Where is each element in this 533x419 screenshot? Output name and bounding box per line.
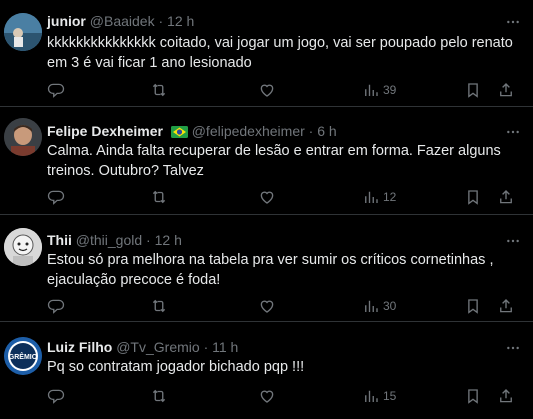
separator-dot: ·	[203, 339, 209, 355]
display-name[interactable]: junior	[47, 13, 86, 29]
bookmark-button[interactable]	[464, 80, 482, 100]
share-icon	[497, 81, 515, 99]
avatar[interactable]	[4, 118, 42, 156]
tweet-header: junior @Baaidek · 12 h	[47, 12, 493, 30]
views-count: 39	[383, 83, 397, 97]
tweet[interactable]: Felipe Dexheimer @felipedexheimer · 6 h …	[0, 107, 533, 215]
like-button[interactable]	[258, 386, 276, 406]
tweet[interactable]: GRÊMIO Luiz Filho @Tv_Gremio · 11 h Pq s…	[0, 322, 533, 419]
views-count: 15	[383, 389, 397, 403]
avatar-image	[4, 118, 42, 156]
avatar[interactable]	[4, 228, 42, 266]
retweet-button[interactable]	[150, 187, 168, 207]
bookmark-button[interactable]	[464, 296, 482, 316]
bookmark-button[interactable]	[464, 187, 482, 207]
tweet-text: Estou só pra melhora na tabela pra ver s…	[47, 252, 494, 288]
share-button[interactable]	[497, 296, 515, 316]
retweet-icon	[150, 297, 168, 315]
bookmark-icon	[464, 188, 482, 206]
share-icon	[497, 387, 515, 405]
tweet-header: Thii @thii_gold · 12 h	[47, 231, 493, 249]
avatar-logo-text: GRÊMIO	[9, 352, 38, 361]
reply-icon	[47, 81, 65, 99]
avatar-image	[4, 13, 42, 51]
retweet-button[interactable]	[150, 386, 168, 406]
views-count: 30	[383, 299, 397, 313]
bookmark-icon	[464, 297, 482, 315]
views-icon	[362, 188, 380, 206]
like-button[interactable]	[258, 296, 276, 316]
reply-button[interactable]	[47, 80, 65, 100]
reply-icon	[47, 188, 65, 206]
avatar[interactable]	[4, 13, 42, 51]
bookmark-icon	[464, 387, 482, 405]
tweet-text: Calma. Ainda falta recuperar de lesão e …	[47, 143, 501, 179]
reply-button[interactable]	[47, 187, 65, 207]
display-name[interactable]: Felipe Dexheimer	[47, 123, 163, 139]
like-icon	[258, 81, 276, 99]
reply-button[interactable]	[47, 296, 65, 316]
bookmark-button[interactable]	[464, 386, 482, 406]
more-icon[interactable]	[505, 233, 521, 249]
retweet-icon	[150, 81, 168, 99]
tweet[interactable]: Thii @thii_gold · 12 h Estou só pra melh…	[0, 215, 533, 322]
display-name[interactable]: Luiz Filho	[47, 339, 112, 355]
share-icon	[497, 297, 515, 315]
views-button[interactable]: 30	[362, 296, 396, 316]
separator-dot: ·	[308, 123, 314, 139]
brazil-flag-icon	[170, 124, 188, 142]
views-button[interactable]: 15	[362, 386, 396, 406]
action-bar: 12	[47, 187, 521, 207]
tweet[interactable]: junior @Baaidek · 12 h kkkkkkkkkkkkkkk c…	[0, 0, 533, 107]
reply-icon	[47, 297, 65, 315]
bookmark-icon	[464, 81, 482, 99]
share-button[interactable]	[497, 386, 515, 406]
tweet-header: Luiz Filho @Tv_Gremio · 11 h	[47, 338, 493, 356]
user-handle[interactable]: @thii_gold	[76, 232, 142, 248]
user-handle[interactable]: @felipedexheimer	[192, 123, 305, 139]
retweet-icon	[150, 387, 168, 405]
timestamp[interactable]: 12 h	[155, 232, 182, 248]
views-icon	[362, 297, 380, 315]
like-icon	[258, 297, 276, 315]
separator-dot: ·	[146, 232, 151, 248]
like-button[interactable]	[258, 80, 276, 100]
reply-feed: junior @Baaidek · 12 h kkkkkkkkkkkkkkk c…	[0, 0, 533, 419]
action-bar: 39	[47, 80, 521, 100]
more-icon[interactable]	[505, 14, 521, 30]
avatar[interactable]: GRÊMIO	[4, 337, 42, 375]
avatar-image: GRÊMIO	[4, 337, 42, 375]
share-button[interactable]	[497, 80, 515, 100]
display-name[interactable]: Thii	[47, 232, 72, 248]
more-icon[interactable]	[505, 340, 521, 356]
like-icon	[258, 188, 276, 206]
user-handle[interactable]: @Tv_Gremio	[116, 339, 199, 355]
like-icon	[258, 387, 276, 405]
more-icon[interactable]	[505, 124, 521, 140]
views-icon	[362, 81, 380, 99]
reply-button[interactable]	[47, 386, 65, 406]
action-bar: 30	[47, 296, 521, 316]
avatar-image	[4, 228, 42, 266]
retweet-button[interactable]	[150, 80, 168, 100]
retweet-icon	[150, 188, 168, 206]
tweet-text: kkkkkkkkkkkkkkk coitado, vai jogar um jo…	[47, 35, 513, 71]
views-button[interactable]: 39	[362, 80, 396, 100]
tweet-text: Pq so contratam jogador bichado pqp !!!	[47, 359, 305, 375]
tweet-header: Felipe Dexheimer @felipedexheimer · 6 h	[47, 122, 493, 142]
user-handle[interactable]: @Baaidek	[90, 13, 155, 29]
views-icon	[362, 387, 380, 405]
like-button[interactable]	[258, 187, 276, 207]
timestamp[interactable]: 11 h	[212, 339, 238, 355]
share-button[interactable]	[497, 187, 515, 207]
views-button[interactable]: 12	[362, 187, 396, 207]
reply-icon	[47, 387, 65, 405]
timestamp[interactable]: 6 h	[317, 123, 336, 139]
separator-dot: ·	[158, 13, 164, 29]
timestamp[interactable]: 12 h	[167, 13, 194, 29]
views-count: 12	[383, 190, 397, 204]
retweet-button[interactable]	[150, 296, 168, 316]
share-icon	[497, 188, 515, 206]
action-bar: 15	[47, 386, 521, 406]
